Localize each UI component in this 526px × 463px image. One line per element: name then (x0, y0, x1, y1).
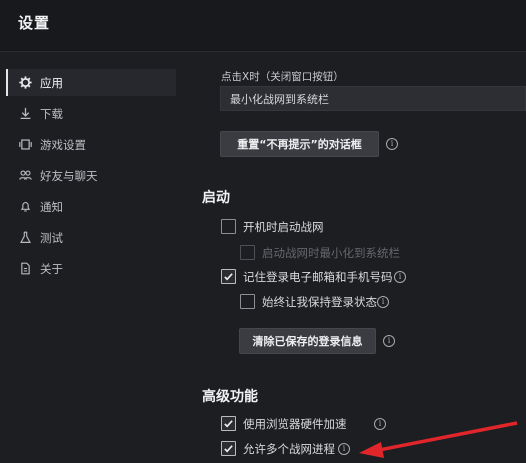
flask-icon (18, 231, 32, 245)
checkmark-icon (224, 420, 233, 428)
launch-on-startup-label: 开机时启动战网 (243, 220, 324, 234)
reset-dialogs-button[interactable]: 重置“不再提示”的对话框 (220, 131, 379, 157)
minimize-on-startup-label: 启动战网时最小化到系统栏 (262, 246, 400, 260)
hardware-acceleration-checkbox[interactable] (221, 416, 236, 431)
startup-heading: 启动 (202, 190, 230, 206)
sidebar-item-label: 好友与聊天 (40, 168, 98, 183)
allow-multiple-label: 允许多个战网进程 (243, 442, 335, 456)
keep-logged-in-checkbox[interactable] (240, 294, 255, 309)
sidebar-item-game-settings[interactable]: 游戏设置 (6, 131, 176, 158)
info-icon[interactable]: i (394, 271, 406, 283)
sidebar-item-label: 应用 (40, 75, 63, 90)
sidebar-item-friends-chat[interactable]: 好友与聊天 (6, 162, 176, 189)
friends-icon (18, 169, 32, 183)
gear-icon (18, 76, 32, 90)
sidebar-item-label: 通知 (40, 199, 63, 214)
download-icon (18, 107, 32, 121)
advanced-heading: 高级功能 (202, 389, 258, 405)
sidebar-item-app[interactable]: 应用 (6, 69, 176, 96)
sidebar-item-label: 下载 (40, 106, 63, 121)
title-bar: 设置 (0, 0, 526, 52)
sidebar-item-notifications[interactable]: 通知 (6, 193, 176, 220)
sidebar-item-about[interactable]: 关于 (6, 255, 176, 282)
info-icon[interactable]: i (374, 418, 386, 430)
info-icon[interactable]: i (338, 443, 350, 455)
sidebar-item-download[interactable]: 下载 (6, 100, 176, 127)
sidebar-item-label: 测试 (40, 230, 63, 245)
checkmark-icon (224, 273, 233, 281)
game-settings-icon (18, 138, 32, 152)
document-icon (18, 262, 32, 276)
close-behavior-label: 点击X时（关闭窗口按钮） (221, 71, 344, 83)
bell-icon (18, 200, 32, 214)
minimize-on-startup-checkbox (240, 245, 255, 260)
keep-logged-in-label: 始终让我保持登录状态 (262, 295, 377, 309)
remember-email-checkbox[interactable] (221, 269, 236, 284)
sidebar: 应用 下载 游戏设置 好友与聊天 通知 测试 关于 (0, 52, 186, 463)
sidebar-item-label: 游戏设置 (40, 137, 86, 152)
info-icon[interactable]: i (386, 138, 398, 150)
close-behavior-value: 最小化战网到系统栏 (230, 92, 329, 106)
launch-on-startup-checkbox[interactable] (221, 219, 236, 234)
close-behavior-select[interactable]: 最小化战网到系统栏 (220, 86, 526, 111)
info-icon[interactable]: i (377, 296, 389, 308)
window-title: 设置 (18, 14, 51, 32)
sidebar-item-test[interactable]: 测试 (6, 224, 176, 251)
settings-content: 点击X时（关闭窗口按钮） 最小化战网到系统栏 重置“不再提示”的对话框 i 启动… (186, 52, 526, 463)
remember-email-label: 记住登录电子邮箱和手机号码 (243, 270, 393, 284)
clear-login-button[interactable]: 清除已保存的登录信息 (239, 328, 376, 354)
hardware-acceleration-label: 使用浏览器硬件加速 (243, 417, 347, 431)
sidebar-item-label: 关于 (40, 261, 63, 276)
checkmark-icon (224, 445, 233, 453)
allow-multiple-checkbox[interactable] (221, 441, 236, 456)
info-icon[interactable]: i (383, 335, 395, 347)
